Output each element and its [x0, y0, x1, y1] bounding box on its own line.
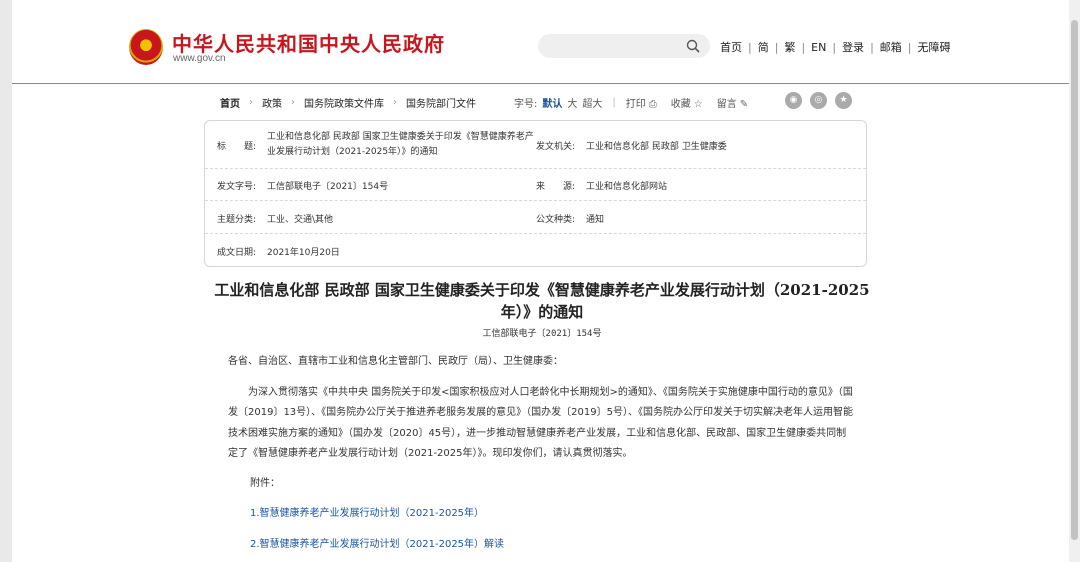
- meta-row: 成文日期: 2021年10月20日: [205, 234, 866, 267]
- chevron-right-icon: ›: [291, 97, 295, 108]
- nav-home[interactable]: 首页: [720, 39, 742, 55]
- favorite-label: 收藏: [670, 99, 691, 110]
- nav-separator: |: [870, 40, 874, 54]
- search-icon[interactable]: [686, 39, 700, 53]
- breadcrumb-dept-docs[interactable]: 国务院部门文件: [406, 95, 476, 110]
- site-url: www.gov.cn: [173, 53, 226, 64]
- doctype-value: 通知: [586, 215, 605, 225]
- tools-separator: |: [612, 97, 616, 108]
- article-title: 工业和信息化部 民政部 国家卫生健康委关于印发《智慧健康养老产业发展行动计划（2…: [214, 281, 870, 321]
- font-size-label: 字号:: [514, 99, 538, 110]
- breadcrumb: 首页 › 政策 › 国务院政策文件库 › 国务院部门文件: [220, 95, 476, 110]
- nav-mail[interactable]: 邮箱: [880, 39, 902, 55]
- message-button[interactable]: 留言 ✎: [717, 95, 748, 110]
- breadcrumb-policy-library[interactable]: 国务院政策文件库: [304, 95, 384, 110]
- nav-login[interactable]: 登录: [842, 39, 864, 55]
- nav-separator: |: [832, 40, 837, 54]
- article-body: 各省、自治区、直辖市工业和信息化主管部门、民政厅（局）、卫生健康委： 为深入贯彻…: [228, 352, 856, 562]
- nav-accessibility[interactable]: 无障碍: [918, 39, 951, 55]
- nav-separator: |: [774, 40, 779, 54]
- source-label: 来 源:: [536, 182, 576, 192]
- attachment-link-1[interactable]: 1.智慧健康养老产业发展行动计划（2021-2025年）: [250, 504, 856, 525]
- nav-separator: |: [907, 40, 912, 54]
- national-emblem-icon[interactable]: [129, 29, 163, 65]
- date-label: 成文日期:: [217, 248, 257, 258]
- wechat-share-icon[interactable]: ◎: [810, 92, 827, 109]
- issuer-value: 工业和信息化部 民政部 卫生健康委: [586, 142, 727, 152]
- printer-icon: ⎙: [648, 99, 657, 110]
- chevron-right-icon: ›: [249, 97, 253, 108]
- category-value: 工业、交通\其他: [267, 215, 334, 225]
- font-size-large[interactable]: 大: [567, 95, 577, 110]
- font-size-default[interactable]: 默认: [542, 95, 562, 110]
- chevron-right-icon: ›: [393, 97, 397, 108]
- page: 中华人民共和国中央人民政府 www.gov.cn 首页 | 简 | 繁 | EN…: [12, 0, 1069, 562]
- site-header: 中华人民共和国中央人民政府 www.gov.cn 首页 | 简 | 繁 | EN…: [12, 0, 1069, 84]
- nav-separator: |: [748, 40, 752, 54]
- favorite-share-icon[interactable]: ★: [835, 92, 852, 109]
- meta-row: 主题分类: 工业、交通\其他 公文种类: 通知: [205, 201, 866, 234]
- docno-label: 发文字号:: [217, 182, 257, 192]
- attachment-link-2[interactable]: 2.智慧健康养老产业发展行动计划（2021-2025年）解读: [250, 535, 856, 556]
- document-metadata: 标 题: 工业和信息化部 民政部 国家卫生健康委关于印发《智慧健康养老产业发展行…: [204, 120, 867, 267]
- attachment-label: 附件：: [250, 477, 280, 489]
- breadcrumb-policy[interactable]: 政策: [262, 95, 282, 110]
- toolbar-row: 首页 › 政策 › 国务院政策文件库 › 国务院部门文件 字号: 默认 大 超大…: [12, 89, 1069, 113]
- nav-english[interactable]: EN: [811, 41, 826, 54]
- message-label: 留言: [716, 99, 737, 110]
- nav-simplified[interactable]: 简: [758, 39, 769, 55]
- favorite-button[interactable]: 收藏 ☆: [671, 95, 703, 110]
- nav-traditional[interactable]: 繁: [784, 39, 795, 55]
- weibo-share-icon[interactable]: ◉: [785, 92, 802, 109]
- star-icon: ☆: [693, 99, 703, 110]
- docno-value: 工信部联电子〔2021〕154号: [267, 182, 389, 192]
- breadcrumb-home[interactable]: 首页: [220, 95, 240, 110]
- date-value: 2021年10月20日: [267, 248, 340, 258]
- title-value: 工业和信息化部 民政部 国家卫生健康委关于印发《智慧健康养老产业发展行动计划（2…: [267, 132, 534, 157]
- meta-row: 标 题: 工业和信息化部 民政部 国家卫生健康委关于印发《智慧健康养老产业发展行…: [205, 121, 866, 169]
- nav-separator: |: [801, 40, 806, 54]
- vertical-scrollbar[interactable]: [1069, 0, 1080, 562]
- print-label: 打印: [625, 99, 646, 110]
- article-tools: 字号: 默认 大 超大 | 打印 ⎙ 收藏 ☆ 留言 ✎: [514, 95, 748, 110]
- font-size-xlarge[interactable]: 超大: [582, 95, 602, 110]
- source-value: 工业和信息化部网站: [586, 182, 668, 192]
- browser-window: 中华人民共和国中央人民政府 www.gov.cn 首页 | 简 | 繁 | EN…: [0, 0, 1080, 562]
- title-label: 标 题:: [217, 142, 257, 152]
- top-nav: 首页 | 简 | 繁 | EN | 登录 | 邮箱 | 无障碍: [720, 39, 951, 55]
- pencil-icon: ✎: [739, 99, 749, 110]
- salutation: 各省、自治区、直辖市工业和信息化主管部门、民政厅（局）、卫生健康委：: [228, 356, 563, 367]
- category-label: 主题分类:: [217, 215, 257, 225]
- doctype-label: 公文种类:: [536, 215, 576, 225]
- body-paragraph: 为深入贯彻落实《中共中央 国务院关于印发<国家积极应对人口老龄化中长期规划>的通…: [228, 386, 853, 460]
- meta-row: 发文字号: 工信部联电子〔2021〕154号 来 源: 工业和信息化部网站: [205, 169, 866, 201]
- article-doc-number: 工信部联电子〔2021〕154号: [482, 329, 602, 339]
- print-button[interactable]: 打印 ⎙: [626, 95, 657, 110]
- scrollbar-thumb[interactable]: [1071, 20, 1078, 540]
- issuer-label: 发文机关:: [536, 142, 576, 152]
- search-input[interactable]: [538, 34, 710, 58]
